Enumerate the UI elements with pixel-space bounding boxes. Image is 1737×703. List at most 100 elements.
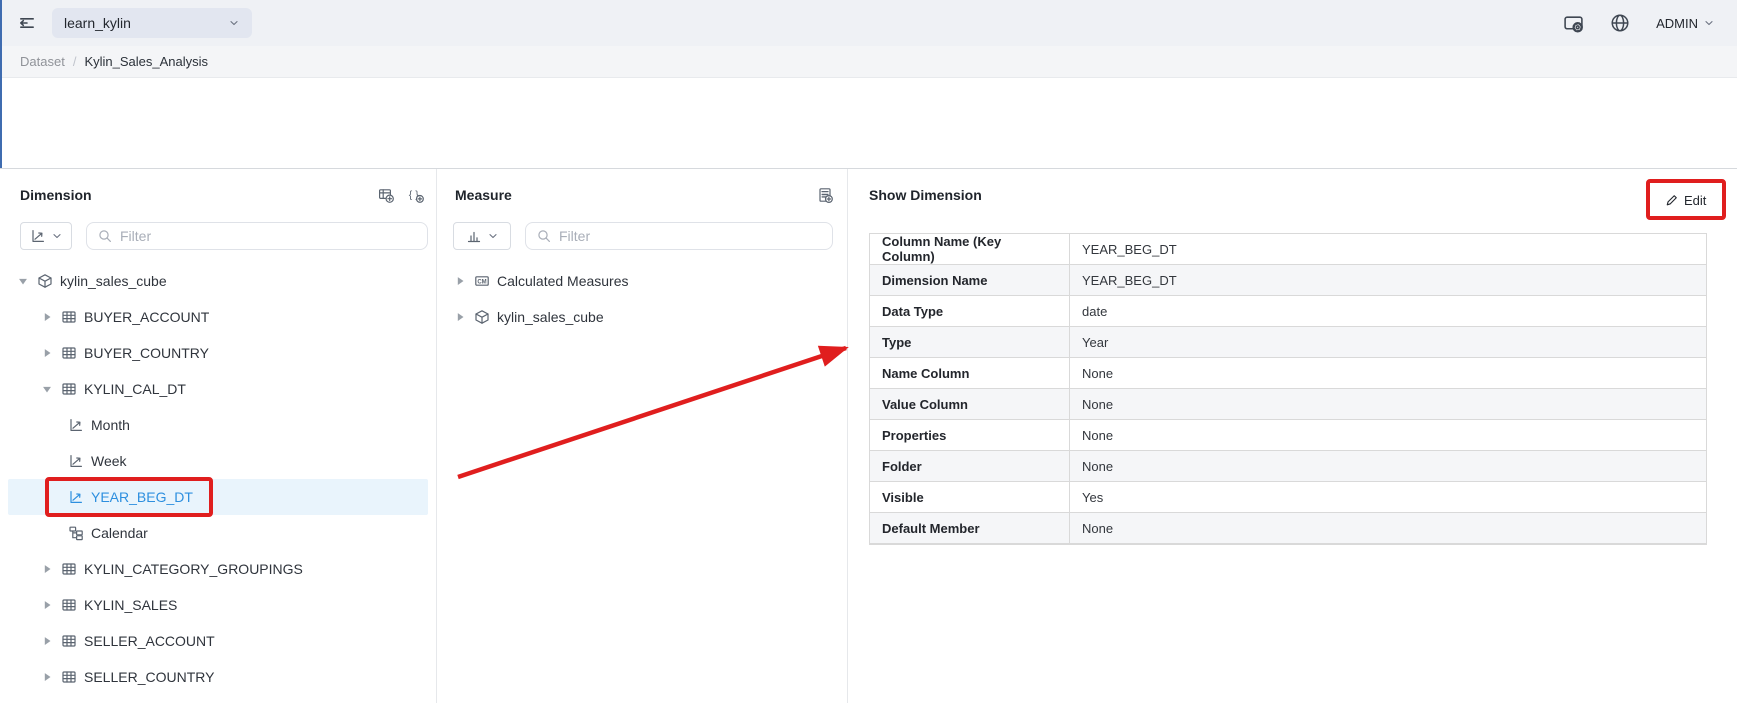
tree-item-label: Calendar [91,525,148,541]
table-row-label: Column Name (Key Column) [870,234,1070,264]
caret-right-icon[interactable] [40,670,54,684]
app-window: learn_kylin ADMIN Dataset / Kylin_Sales_… [0,0,1737,703]
table-row-value: Yes [1070,482,1706,512]
tree-item-kylin-cal-dt[interactable]: KYLIN_CAL_DT [8,371,428,407]
tree-item-kylin-sales-cube[interactable]: kylin_sales_cube [445,299,839,335]
breadcrumb-separator: / [73,54,77,69]
globe-icon[interactable] [1610,13,1630,33]
breadcrumb-dataset[interactable]: Dataset [20,54,65,69]
dimension-panel-title: Dimension [20,187,92,203]
table-icon [61,381,77,397]
main-content: Dimension { } kylin_sales_cube BUYER_ACCO… [0,169,1737,703]
tree-item-kylin-sales-cube[interactable]: kylin_sales_cube [8,263,428,299]
level-icon [68,489,84,505]
level-icon [68,417,84,433]
add-dimension-table-icon[interactable] [378,187,394,203]
system-settings-icon[interactable] [1563,13,1584,34]
caret-right-icon[interactable] [453,274,467,288]
table-row-value: date [1070,296,1706,326]
table-icon [61,345,77,361]
measure-panel: Measure CM Calculated Measures kylin_sales… [437,169,848,703]
table-row-default-member: Default MemberNone [870,513,1706,544]
dimension-tree: kylin_sales_cube BUYER_ACCOUNTBUYER_COUNT… [8,263,428,695]
dimension-properties-table: Column Name (Key Column)YEAR_BEG_DTDimen… [869,233,1707,545]
tree-item-label: Week [91,453,127,469]
table-icon [61,669,77,685]
chevron-down-icon [1703,17,1715,29]
caret-right-icon[interactable] [40,562,54,576]
tree-item-label: YEAR_BEG_DT [91,489,193,505]
table-row-label: Folder [870,451,1070,481]
tree-item-label: KYLIN_SALES [84,597,177,613]
topbar-actions: ADMIN [1563,13,1715,34]
tree-item-label: SELLER_COUNTRY [84,669,214,685]
user-menu-label: ADMIN [1656,16,1698,31]
tree-item-label: Month [91,417,130,433]
tree-item-label: kylin_sales_cube [60,273,167,289]
tree-item-kylin-sales[interactable]: KYLIN_SALES [8,587,428,623]
collapse-sidebar-icon[interactable] [18,14,36,32]
hierarchy-icon [68,525,84,541]
user-menu[interactable]: ADMIN [1656,16,1715,31]
tree-item-label: kylin_sales_cube [497,309,604,325]
table-row-column-name-key-column: Column Name (Key Column)YEAR_BEG_DT [870,234,1706,265]
dimension-type-filter-dropdown[interactable] [20,222,72,250]
show-dimension-title: Show Dimension [869,187,982,203]
bar-chart-icon [466,228,482,244]
add-measure-calculator-icon[interactable] [817,187,833,203]
table-row-type: TypeYear [870,327,1706,358]
caret-right-icon[interactable] [40,598,54,612]
tree-item-month[interactable]: Month [8,407,428,443]
chevron-down-icon [487,230,499,242]
table-row-value-column: Value ColumnNone [870,389,1706,420]
table-row-label: Name Column [870,358,1070,388]
table-row-value: Year [1070,327,1706,357]
add-named-set-braces-icon[interactable]: { } [408,187,424,203]
caret-right-icon[interactable] [40,634,54,648]
tree-item-kylin-category-groupings[interactable]: KYLIN_CATEGORY_GROUPINGS [8,551,428,587]
edit-button[interactable]: Edit [1664,188,1706,212]
project-selector[interactable]: learn_kylin [52,8,252,38]
cube-icon [37,273,53,289]
table-row-label: Data Type [870,296,1070,326]
caret-right-icon[interactable] [40,346,54,360]
top-bar: learn_kylin ADMIN [0,0,1737,46]
table-row-value: None [1070,420,1706,450]
dimension-filter-input[interactable] [120,228,417,244]
tree-item-year-beg-dt[interactable]: YEAR_BEG_DT [8,479,428,515]
dimension-filter-box [86,222,428,250]
tree-item-calendar[interactable]: Calendar [8,515,428,551]
edit-button-label: Edit [1684,193,1706,208]
measure-filter-input[interactable] [559,228,822,244]
tree-item-buyer-country[interactable]: BUYER_COUNTRY [8,335,428,371]
table-icon [61,597,77,613]
table-row-value: YEAR_BEG_DT [1070,265,1706,295]
tree-item-label: Calculated Measures [497,273,629,289]
caret-right-icon[interactable] [40,310,54,324]
tree-item-label: KYLIN_CAL_DT [84,381,186,397]
tree-item-seller-country[interactable]: SELLER_COUNTRY [8,659,428,695]
table-row-label: Value Column [870,389,1070,419]
caret-down-icon[interactable] [40,382,54,396]
measure-panel-title: Measure [455,187,512,203]
search-icon [97,228,113,244]
tree-item-week[interactable]: Week [8,443,428,479]
window-left-edge [0,0,2,168]
table-icon [61,633,77,649]
show-dimension-panel: Show Dimension Edit Column Name (Key Col… [849,169,1737,703]
tree-item-seller-account[interactable]: SELLER_ACCOUNT [8,623,428,659]
table-row-value: YEAR_BEG_DT [1070,234,1706,264]
table-row-label: Type [870,327,1070,357]
caret-down-icon[interactable] [16,274,30,288]
search-icon [536,228,552,244]
measure-type-filter-dropdown[interactable] [453,222,511,250]
caret-right-icon[interactable] [453,310,467,324]
tree-item-buyer-account[interactable]: BUYER_ACCOUNT [8,299,428,335]
table-row-label: Default Member [870,513,1070,543]
table-row-value: None [1070,451,1706,481]
svg-text:CM: CM [477,279,486,285]
breadcrumb-current: Kylin_Sales_Analysis [84,54,208,69]
table-icon [61,561,77,577]
wizard-stepper: 1Basic Information2Define Relationships3… [0,78,1737,169]
tree-item-calculated-measures[interactable]: CM Calculated Measures [445,263,839,299]
